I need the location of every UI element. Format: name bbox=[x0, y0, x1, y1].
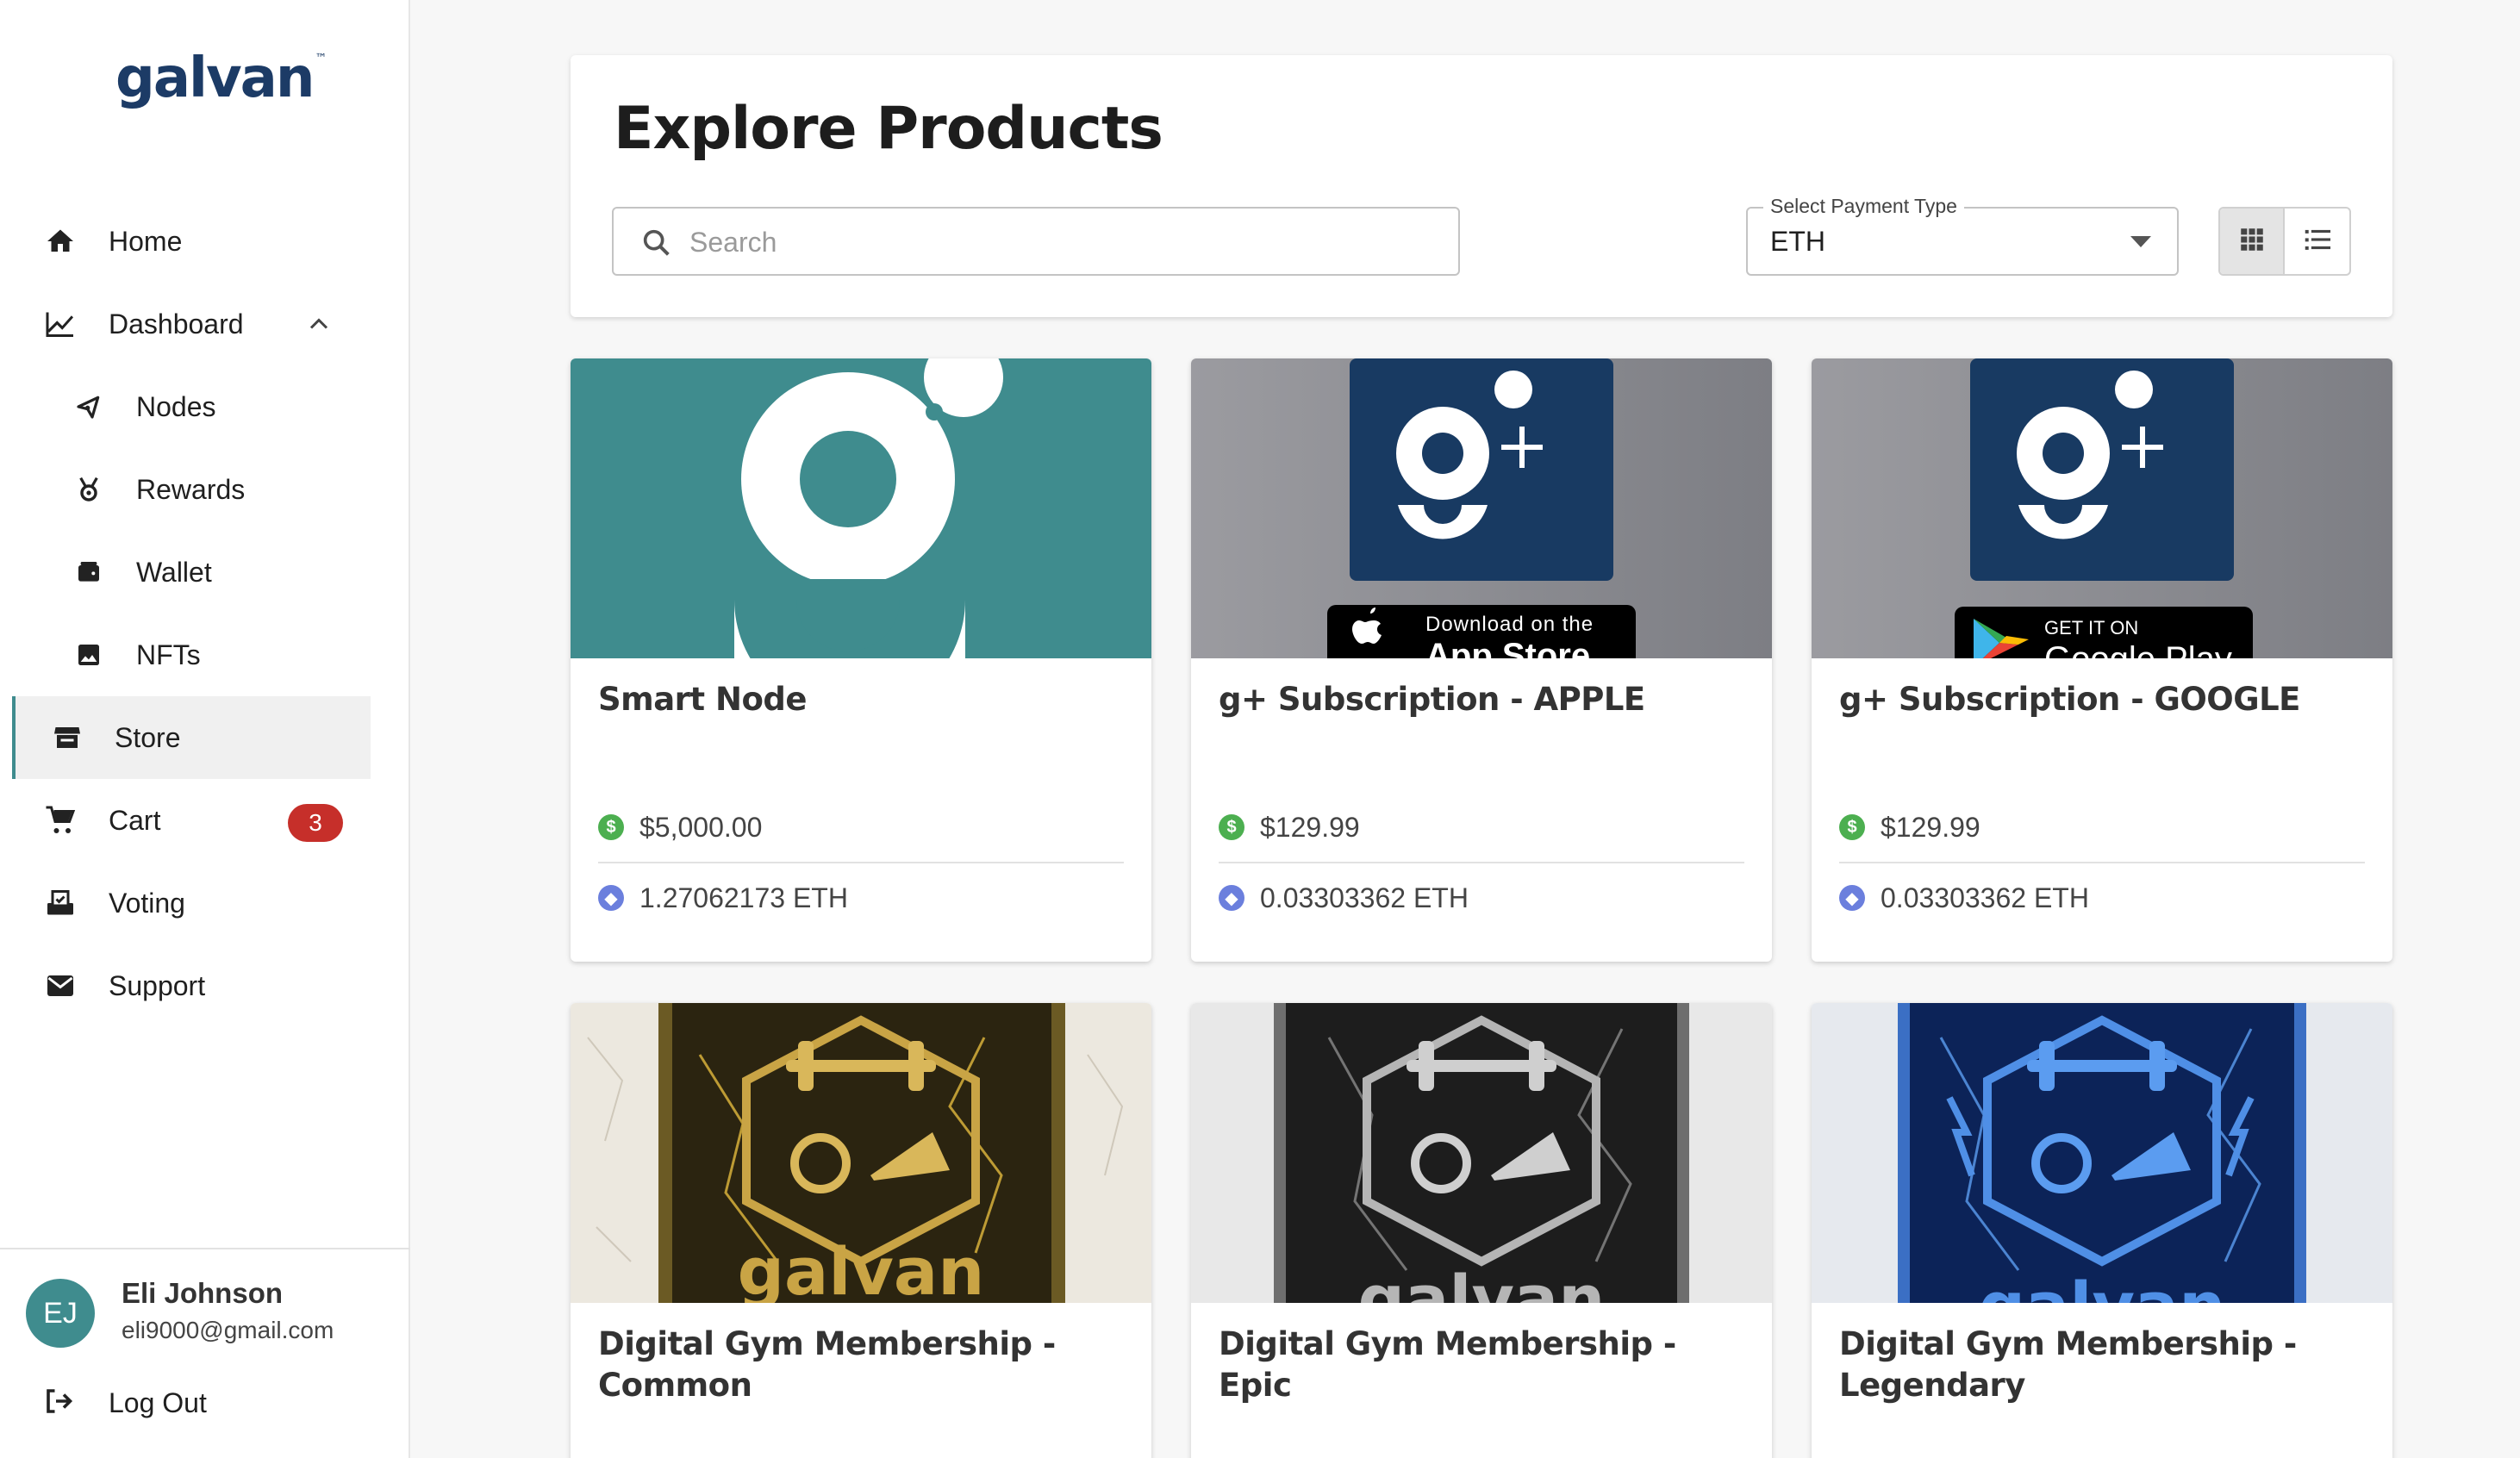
payment-type-value: ETH bbox=[1770, 226, 1825, 257]
dollar-coin-icon: $ bbox=[598, 814, 624, 840]
sidebar-item-nfts[interactable]: NFTs bbox=[0, 614, 371, 696]
eth-price: ◆ 1.27062173 ETH bbox=[598, 881, 848, 915]
sidebar-item-wallet[interactable]: Wallet bbox=[0, 531, 371, 614]
list-view-button[interactable] bbox=[2285, 209, 2349, 274]
sidebar-item-rewards[interactable]: Rewards bbox=[0, 448, 371, 531]
gym-card-logo-text: galvan bbox=[1358, 1261, 1606, 1303]
chart-line-icon bbox=[43, 307, 78, 341]
sidebar-item-label: NFTs bbox=[136, 639, 201, 670]
sidebar-item-home[interactable]: Home bbox=[0, 200, 371, 283]
wallet-icon bbox=[72, 555, 106, 589]
avatar[interactable]: EJ bbox=[26, 1279, 95, 1348]
mail-icon bbox=[43, 969, 78, 1003]
sidebar: galvan ™ Home Dashboard Nodes Rewards Wa… bbox=[0, 0, 410, 1458]
app-store-badge-line1: Download on the bbox=[1425, 613, 1594, 636]
image-icon bbox=[72, 638, 106, 672]
sidebar-item-label: Dashboard bbox=[109, 308, 244, 340]
product-card-gym-legendary[interactable]: galvan Digital Gym Membership - Legendar… bbox=[1812, 1003, 2392, 1458]
price-divider bbox=[1839, 862, 2365, 863]
product-name: Smart Node bbox=[598, 681, 807, 718]
sidebar-item-dashboard[interactable]: Dashboard bbox=[0, 283, 371, 365]
ballot-icon bbox=[43, 886, 78, 920]
sidebar-item-label: Wallet bbox=[136, 556, 212, 588]
product-card-gplus-google[interactable]: GET IT ON Google Play g+ Subscription - … bbox=[1812, 358, 2392, 962]
usd-price: $ $129.99 bbox=[1839, 810, 1980, 844]
product-image: Download on the App Store bbox=[1191, 358, 1772, 658]
sidebar-item-label: Store bbox=[115, 721, 181, 753]
sidebar-item-label: Voting bbox=[109, 887, 185, 919]
ethereum-icon: ◆ bbox=[598, 885, 624, 911]
product-name: g+ Subscription - APPLE bbox=[1219, 681, 1645, 718]
product-image: galvan bbox=[1191, 1003, 1772, 1303]
product-image: GET IT ON Google Play bbox=[1812, 358, 2392, 658]
sidebar-item-label: Home bbox=[109, 225, 183, 257]
product-image: galvan bbox=[571, 1003, 1151, 1303]
gym-card-logo-text: galvan bbox=[1979, 1268, 2226, 1303]
payment-type-label: Select Payment Type bbox=[1763, 195, 1964, 218]
explore-header: Explore Products Select Payment Type ETH bbox=[571, 55, 2392, 317]
dollar-coin-icon: $ bbox=[1839, 814, 1865, 840]
sidebar-item-voting[interactable]: Voting bbox=[0, 862, 371, 944]
grid-icon bbox=[2237, 225, 2267, 259]
caret-down-icon bbox=[2130, 236, 2151, 247]
gym-card-logo-text: galvan bbox=[738, 1233, 985, 1303]
ethereum-icon: ◆ bbox=[1219, 885, 1244, 911]
home-icon bbox=[43, 224, 78, 259]
google-play-badge-line1: GET IT ON bbox=[2044, 617, 2138, 639]
user-name: Eli Johnson bbox=[122, 1277, 284, 1309]
payment-type-select[interactable]: Select Payment Type ETH bbox=[1746, 195, 2179, 276]
view-mode-toggle bbox=[2218, 207, 2351, 276]
logout-label: Log Out bbox=[109, 1387, 207, 1418]
product-name: Digital Gym Membership - Legendary bbox=[1839, 1325, 2297, 1404]
sidebar-item-store[interactable]: Store bbox=[12, 696, 371, 779]
logout-icon bbox=[43, 1386, 78, 1420]
product-image: galvan bbox=[1812, 1003, 2392, 1303]
product-card-gplus-apple[interactable]: Download on the App Store g+ Subscriptio… bbox=[1191, 358, 1772, 962]
product-name: Digital Gym Membership - Epic bbox=[1219, 1325, 1676, 1404]
chevron-up-icon[interactable] bbox=[303, 308, 334, 340]
eth-price: ◆ 0.03303362 ETH bbox=[1219, 881, 1469, 915]
dollar-coin-icon: $ bbox=[1219, 814, 1244, 840]
logout-button[interactable]: Log Out bbox=[0, 1361, 371, 1444]
sidebar-item-nodes[interactable]: Nodes bbox=[0, 365, 371, 448]
eth-price: ◆ 0.03303362 ETH bbox=[1839, 881, 2089, 915]
sidebar-item-label: Rewards bbox=[136, 473, 246, 505]
cart-icon bbox=[43, 803, 78, 838]
cart-count-badge: 3 bbox=[288, 804, 343, 842]
galvan-logo[interactable]: galvan ™ bbox=[115, 47, 327, 110]
sidebar-item-label: Support bbox=[109, 969, 206, 1001]
price-divider bbox=[598, 862, 1124, 863]
search-icon bbox=[639, 226, 674, 260]
usd-price: $ $129.99 bbox=[1219, 810, 1360, 844]
page-title: Explore Products bbox=[614, 95, 1163, 163]
product-name: g+ Subscription - GOOGLE bbox=[1839, 681, 2300, 718]
sidebar-item-support[interactable]: Support bbox=[0, 944, 371, 1027]
price-divider bbox=[1219, 862, 1744, 863]
store-icon bbox=[50, 720, 84, 755]
search-input[interactable] bbox=[689, 221, 1431, 264]
usd-price: $ $5,000.00 bbox=[598, 810, 762, 844]
sidebar-item-cart[interactable]: Cart 3 bbox=[0, 779, 371, 862]
product-card-gym-epic[interactable]: galvan Digital Gym Membership - Epic bbox=[1191, 1003, 1772, 1458]
search-field[interactable] bbox=[612, 207, 1460, 276]
list-icon bbox=[2301, 223, 2334, 260]
sidebar-divider bbox=[0, 1248, 410, 1249]
ethereum-icon: ◆ bbox=[1839, 885, 1865, 911]
sidebar-item-label: Cart bbox=[109, 804, 161, 836]
product-card-gym-common[interactable]: galvan Digital Gym Membership - Common bbox=[571, 1003, 1151, 1458]
grid-view-button[interactable] bbox=[2220, 209, 2286, 274]
app-store-badge-line2: App Store bbox=[1425, 637, 1590, 658]
medal-icon bbox=[72, 472, 106, 507]
product-image bbox=[571, 358, 1151, 658]
product-card-smart-node[interactable]: Smart Node $ $5,000.00 ◆ 1.27062173 ETH bbox=[571, 358, 1151, 962]
google-play-badge-line2: Google Play bbox=[2044, 640, 2232, 658]
node-share-icon bbox=[72, 389, 106, 424]
product-name: Digital Gym Membership - Common bbox=[598, 1325, 1056, 1404]
sidebar-item-label: Nodes bbox=[136, 390, 216, 422]
user-email: eli9000@gmail.com bbox=[122, 1317, 334, 1343]
